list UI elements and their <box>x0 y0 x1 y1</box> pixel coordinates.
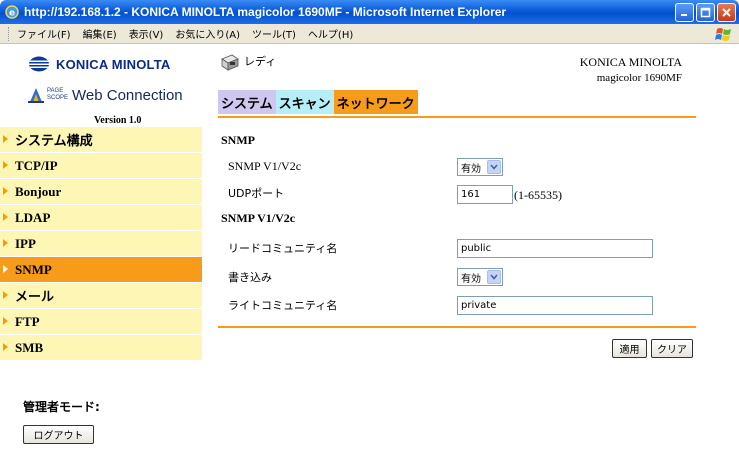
sidebar-item-label: LDAP <box>15 209 51 225</box>
model-brand: KONICA MINOLTA <box>579 55 682 69</box>
sidebar-item-label: FTP <box>15 313 40 329</box>
pagescope-page: PAGE <box>47 88 64 94</box>
close-button[interactable] <box>717 3 736 22</box>
menu-file[interactable]: ファイル(F) <box>17 26 71 41</box>
menu-favorites[interactable]: お気に入り(A) <box>175 26 240 41</box>
arrow-right-icon <box>3 265 8 273</box>
arrow-right-icon <box>3 317 8 325</box>
sidebar-nav: システム構成 TCP/IP Bonjour LDAP IPP SNMP メール <box>0 127 202 361</box>
maximize-icon <box>700 7 711 18</box>
sidebar-item-system-config[interactable]: システム構成 <box>0 127 202 152</box>
model-name: magicolor 1690MF <box>596 72 682 84</box>
minimize-button[interactable] <box>675 3 694 22</box>
sidebar-item-label: システム構成 <box>15 134 93 149</box>
chevron-down-icon <box>487 160 501 174</box>
arrow-right-icon <box>3 343 8 351</box>
sidebar-item-mail[interactable]: メール <box>0 283 202 308</box>
write-value: 有効 <box>461 273 481 285</box>
pagescope-scope: SCOPE <box>47 95 69 101</box>
arrow-right-icon <box>3 291 8 299</box>
admin-mode-label: 管理者モード: <box>23 400 100 414</box>
chevron-down-icon <box>487 270 501 284</box>
write-select[interactable]: 有効 <box>457 268 503 286</box>
konica-minolta-text: KONICA MINOLTA <box>56 56 171 72</box>
model-info: KONICA MINOLTA magicolor 1690MF <box>580 55 682 84</box>
udp-port-input[interactable]: 161 <box>457 185 513 204</box>
sidebar-item-ftp[interactable]: FTP <box>0 309 202 334</box>
logo-area: KONICA MINOLTA PAGE SCOPE Web Connection <box>28 53 208 106</box>
sidebar-item-snmp[interactable]: SNMP <box>0 257 202 282</box>
toolbar-grip <box>8 26 11 41</box>
close-icon <box>722 8 731 17</box>
window-controls <box>675 3 736 22</box>
section-snmp-v1v2c-title: SNMP V1/V2c <box>221 211 296 225</box>
version-label: Version 1.0 <box>94 115 142 126</box>
sidebar-item-ipp[interactable]: IPP <box>0 231 202 256</box>
window-title: http://192.168.1.2 - KONICA MINOLTA magi… <box>24 5 507 19</box>
sidebar-item-label: IPP <box>15 235 36 251</box>
menu-view[interactable]: 表示(V) <box>129 26 164 41</box>
snmp-v1v2c-value: 有効 <box>461 163 481 175</box>
tab-system[interactable]: システム <box>218 90 276 114</box>
read-community-input[interactable]: public <box>457 239 653 258</box>
sidebar-item-ldap[interactable]: LDAP <box>0 205 202 230</box>
pagescope-logo: PAGE SCOPE Web Connection <box>28 84 208 106</box>
write-label: 書き込み <box>228 271 272 284</box>
udp-port-label: UDPポート <box>228 187 285 200</box>
tab-scan[interactable]: スキャン <box>275 90 334 114</box>
svg-text:e: e <box>9 9 15 19</box>
clear-button[interactable]: クリア <box>651 339 693 358</box>
snmp-v1v2c-select[interactable]: 有効 <box>457 158 503 176</box>
sidebar-item-label: SNMP <box>15 261 52 277</box>
web-connection-text: Web Connection <box>72 86 183 104</box>
konica-globe-icon <box>29 56 49 72</box>
apply-button[interactable]: 適用 <box>612 339 647 358</box>
window-titlebar: e http://192.168.1.2 - KONICA MINOLTA ma… <box>0 0 739 24</box>
tab-bar: システム スキャン ネットワーク <box>218 90 418 114</box>
minimize-icon <box>681 14 687 16</box>
write-community-label: ライトコミュニティ名 <box>228 299 338 312</box>
read-community-label: リードコミュニティ名 <box>228 242 338 255</box>
sidebar-item-label: SMB <box>15 339 44 355</box>
page-content: KONICA MINOLTA PAGE SCOPE Web Connection… <box>0 45 739 472</box>
arrow-right-icon <box>3 135 8 143</box>
menu-edit[interactable]: 編集(E) <box>83 26 117 41</box>
sidebar-item-tcpip[interactable]: TCP/IP <box>0 153 202 178</box>
windows-flag-icon <box>715 28 731 41</box>
write-community-input[interactable]: private <box>457 296 653 315</box>
tab-network[interactable]: ネットワーク <box>333 90 418 114</box>
form-divider <box>218 326 696 328</box>
arrow-right-icon <box>3 187 8 195</box>
tab-divider <box>218 116 696 118</box>
pagescope-icon <box>28 88 44 103</box>
udp-port-range: (1-65535) <box>514 188 562 202</box>
snmp-v1v2c-label: SNMP V1/V2c <box>228 159 302 173</box>
sidebar-item-label: メール <box>15 290 55 305</box>
sidebar-item-label: Bonjour <box>15 183 62 199</box>
internet-explorer-icon: e <box>4 4 20 20</box>
section-snmp-title: SNMP <box>221 133 255 147</box>
menu-tools[interactable]: ツール(T) <box>252 26 296 41</box>
logout-button[interactable]: ログアウト <box>23 425 94 444</box>
sidebar-item-bonjour[interactable]: Bonjour <box>0 179 202 204</box>
arrow-right-icon <box>3 213 8 221</box>
arrow-right-icon <box>3 161 8 169</box>
sidebar-item-smb[interactable]: SMB <box>0 335 202 360</box>
menu-bar: ファイル(F) 編集(E) 表示(V) お気に入り(A) ツール(T) ヘルプ(… <box>0 24 739 44</box>
arrow-right-icon <box>3 239 8 247</box>
konica-minolta-logo: KONICA MINOLTA <box>28 53 208 75</box>
menu-help[interactable]: ヘルプ(H) <box>308 26 353 41</box>
sidebar-item-label: TCP/IP <box>15 157 58 173</box>
pagescope-wordmark: PAGE SCOPE <box>47 88 69 102</box>
printer-status: レディ <box>244 55 277 68</box>
maximize-button[interactable] <box>696 3 715 22</box>
printer-icon <box>221 54 239 71</box>
